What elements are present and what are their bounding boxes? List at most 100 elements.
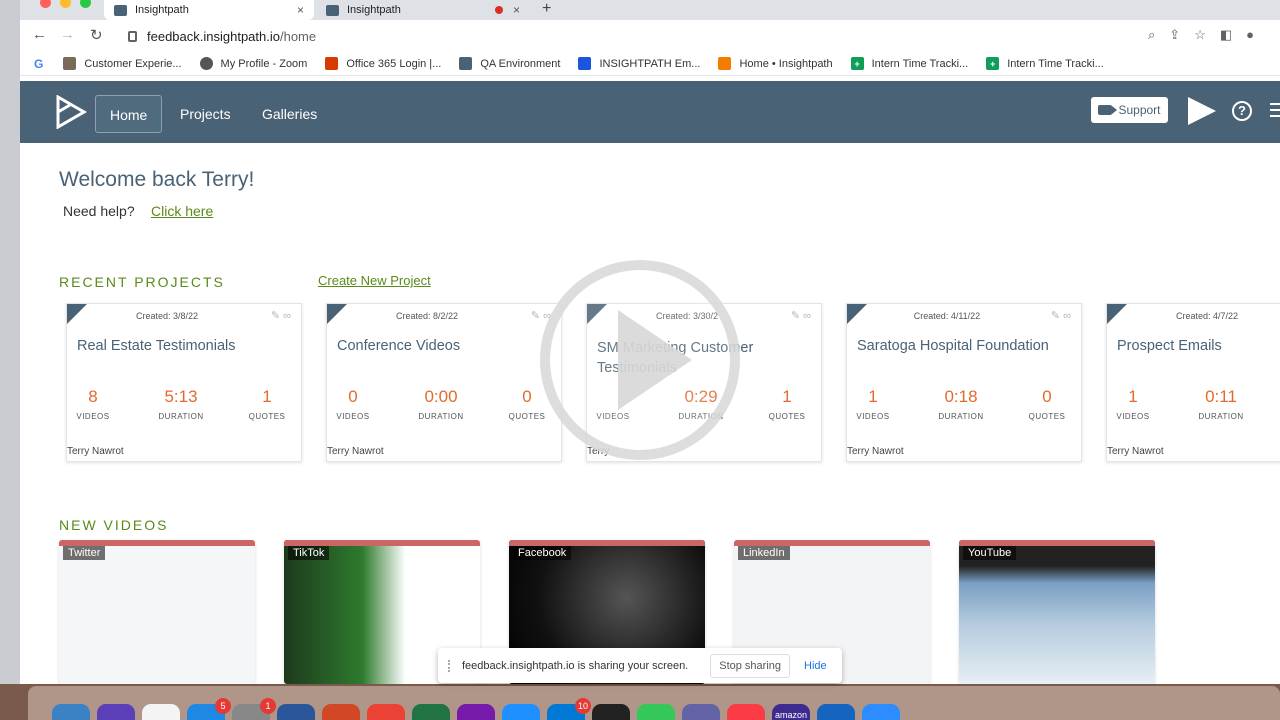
close-window-button[interactable] [40,0,51,8]
project-owner: Terry Nawrot [1107,446,1164,457]
tab-close-icon[interactable]: × [513,3,520,17]
tab-insightpath-2[interactable]: Insightpath × [316,0,530,20]
powerpoint-icon[interactable] [322,704,360,720]
minimize-window-button[interactable] [60,0,71,8]
forward-arrow-icon[interactable]: → [60,26,75,43]
side-panel-icon[interactable]: ◧ [1220,27,1232,43]
bookmark-star-icon[interactable]: ☆ [1194,27,1206,43]
project-card[interactable]: Created: 4/11/22 ✎ ∞ Saratoga Hospital F… [846,303,1082,462]
screen-share-bar: feedback.insightpath.io is sharing your … [438,648,842,683]
address-bar[interactable]: feedback.insightpath.io/home ⌕ ⇪ ☆ ◧ ● [122,24,1254,48]
settings-icon[interactable]: 1 [232,698,276,720]
siri-icon[interactable] [97,704,135,720]
finder-icon[interactable] [52,704,90,720]
help-icon[interactable]: ? [1232,101,1252,121]
back-arrow-icon[interactable]: ← [32,26,47,43]
notification-badge: 1 [260,698,276,714]
bookmark-favicon [63,57,77,70]
videos-stat: 1 VIDEOS [856,387,890,421]
insightpath-favicon [114,4,127,16]
edit-icon[interactable]: ✎ [1051,310,1060,322]
chrome-icon[interactable] [367,704,405,720]
created-date: Created: 8/2/22 [395,311,459,321]
messages-icon[interactable] [637,704,675,720]
outlook-icon[interactable]: 10 [547,698,591,720]
video-play-overlay-icon[interactable] [540,260,740,460]
welcome-heading: Welcome back Terry! [59,168,255,191]
recent-projects-title: RECENT PROJECTS [59,274,225,290]
bookmark-item[interactable]: QA Environment [459,57,560,70]
bookmark-item[interactable]: + Intern Time Tracki... [850,57,968,70]
insightpath-logo-icon[interactable] [54,95,88,129]
edit-icon[interactable]: ✎ [531,310,540,322]
profile-icon[interactable]: ● [1246,27,1254,43]
bookmark-item[interactable]: Customer Experie... [63,57,182,70]
maximize-window-button[interactable] [80,0,91,8]
quotes-stat: 1 QUOTES [768,387,806,421]
app-icon[interactable] [592,704,630,720]
menu-icon[interactable] [1270,103,1280,117]
project-card[interactable]: Created: 4/7/22 Prospect Emails 1 VIDEOS … [1106,303,1280,462]
nav-projects[interactable]: Projects [166,95,245,133]
created-date: Created: 4/7/22 [1175,311,1239,321]
support-button[interactable]: Support [1091,97,1168,123]
excel-icon[interactable] [412,704,450,720]
tab-close-icon[interactable]: × [297,3,304,17]
drag-handle-icon[interactable] [448,659,452,672]
teams-icon[interactable] [682,704,720,720]
google-icon[interactable]: G [34,57,43,71]
app-store-icon[interactable]: 5 [187,698,231,720]
browser-icon[interactable] [817,704,855,720]
share-icon[interactable]: ⇪ [1169,27,1180,43]
play-icon[interactable] [1188,97,1216,125]
bookmark-item[interactable]: Home • Insightpath [718,57,833,70]
project-title[interactable]: Prospect Emails [1117,338,1280,354]
sheets-icon: + [986,57,1000,70]
video-source-label: Facebook [513,546,572,560]
nav-galleries[interactable]: Galleries [248,95,331,133]
project-title[interactable]: Conference Videos [337,338,557,354]
video-thumbnail[interactable]: YouTube [959,540,1155,684]
edit-icon[interactable]: ✎ [271,310,280,322]
insightpath-favicon [459,57,473,70]
nav-home[interactable]: Home [95,95,163,133]
notification-badge: 5 [215,698,231,714]
bookmark-item[interactable]: INSIGHTPATH Em... [578,57,700,70]
hide-button[interactable]: Hide [804,660,827,672]
video-thumbnail[interactable]: Twitter [59,540,255,684]
project-card[interactable]: Created: 8/2/22 ✎ ∞ Conference Videos 0V… [326,303,562,462]
photos-icon[interactable] [142,704,180,720]
link-icon[interactable]: ∞ [283,310,291,322]
quotes-stat: 1 QUOTES [248,387,286,421]
bookmark-favicon [718,57,732,70]
sheets-icon: + [850,57,864,70]
new-tab-button[interactable]: + [542,0,551,18]
stop-sharing-button[interactable]: Stop sharing [710,653,791,678]
bookmark-item[interactable]: + Intern Time Tracki... [986,57,1104,70]
safari-icon[interactable] [502,704,540,720]
link-icon[interactable]: ∞ [803,310,811,322]
amazon-icon[interactable]: amazon [772,704,810,720]
edit-icon[interactable]: ✎ [791,310,800,322]
duration-stat: 0:18 DURATION [938,387,984,421]
url-text: feedback.insightpath.io/home [147,28,317,44]
reload-icon[interactable]: ↻ [90,26,103,44]
tab-insightpath-1[interactable]: Insightpath × [104,0,314,20]
recording-icon [494,6,503,14]
word-icon[interactable] [277,704,315,720]
create-new-project-link[interactable]: Create New Project [318,273,431,288]
project-card[interactable]: Created: 3/8/22 ✎ ∞ Real Estate Testimon… [66,303,302,462]
project-title[interactable]: Real Estate Testimonials [77,338,297,354]
project-owner: Terry Nawrot [327,446,384,457]
project-title[interactable]: Saratoga Hospital Foundation [857,338,1077,354]
link-icon[interactable]: ∞ [1063,310,1071,322]
onenote-icon[interactable] [457,704,495,720]
bookmark-item[interactable]: My Profile - Zoom [199,57,307,70]
video-source-label: YouTube [963,546,1017,560]
zoom-icon[interactable]: ⌕ [1148,27,1155,43]
globe-icon [199,57,213,70]
bookmark-item[interactable]: Office 365 Login |... [325,57,441,70]
zoom-app-icon[interactable] [862,704,900,720]
music-icon[interactable] [727,704,765,720]
click-here-link[interactable]: Click here [151,203,213,219]
